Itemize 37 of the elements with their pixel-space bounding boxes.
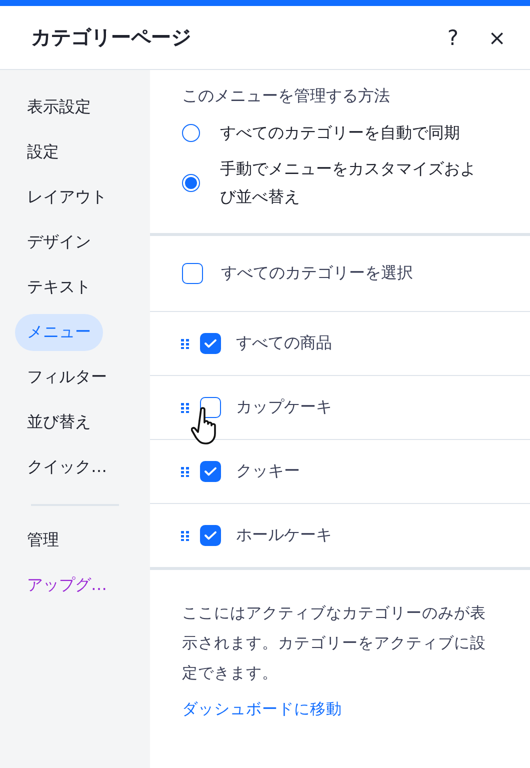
radio-label: 手動でメニューをカスタマイズおよび並べ替え — [220, 158, 477, 208]
sidebar-item[interactable]: レイアウト — [27, 179, 107, 216]
check-icon — [204, 467, 216, 476]
dashboard-link[interactable]: ダッシュボードに移動 — [182, 700, 342, 718]
sidebar-item[interactable]: 並び替え — [27, 404, 91, 441]
sidebar-item[interactable]: テキスト — [27, 269, 91, 306]
checkbox[interactable] — [182, 263, 203, 284]
sidebar-item[interactable]: クイック… — [27, 449, 107, 486]
sidebar-item[interactable]: フィルター — [27, 359, 107, 396]
info-text: ここにはアクティブなカテゴリーのみが表示されます。カテゴリーをアクティブに設定できます。 — [182, 603, 487, 684]
drag-handle-icon[interactable] — [181, 402, 189, 412]
drag-handle-icon[interactable] — [181, 466, 189, 476]
check-icon — [204, 531, 216, 540]
help-button[interactable]: ? — [438, 26, 468, 50]
radio-button[interactable] — [182, 174, 200, 192]
drag-handle-icon[interactable] — [181, 530, 189, 540]
checkbox[interactable] — [200, 461, 221, 482]
category-label: ホールケーキ — [236, 525, 332, 546]
sidebar-item[interactable]: メニュー — [15, 314, 103, 351]
check-icon — [204, 339, 216, 348]
drag-handle-icon[interactable] — [181, 338, 189, 348]
sidebar-item[interactable]: デザイン — [27, 224, 91, 261]
radio-button[interactable] — [182, 124, 200, 142]
checkbox-label: すべてのカテゴリーを選択 — [221, 263, 413, 284]
sidebar-item[interactable]: 設定 — [27, 134, 59, 171]
close-button[interactable]: × — [482, 26, 512, 50]
category-label: クッキー — [236, 461, 300, 482]
category-label: すべての商品 — [236, 333, 332, 354]
section-title: このメニューを管理する方法 — [182, 86, 391, 107]
category-label: カップケーキ — [236, 397, 332, 418]
radio-label: すべてのカテゴリーを自動で同期 — [220, 122, 460, 144]
sidebar-item[interactable]: 表示設定 — [27, 89, 91, 126]
sidebar-item[interactable]: 管理 — [27, 522, 59, 559]
checkbox[interactable] — [200, 333, 221, 354]
checkbox[interactable] — [200, 525, 221, 546]
upgrade-link[interactable]: アップグ… — [27, 567, 107, 604]
panel-title: カテゴリーページ — [31, 24, 192, 51]
